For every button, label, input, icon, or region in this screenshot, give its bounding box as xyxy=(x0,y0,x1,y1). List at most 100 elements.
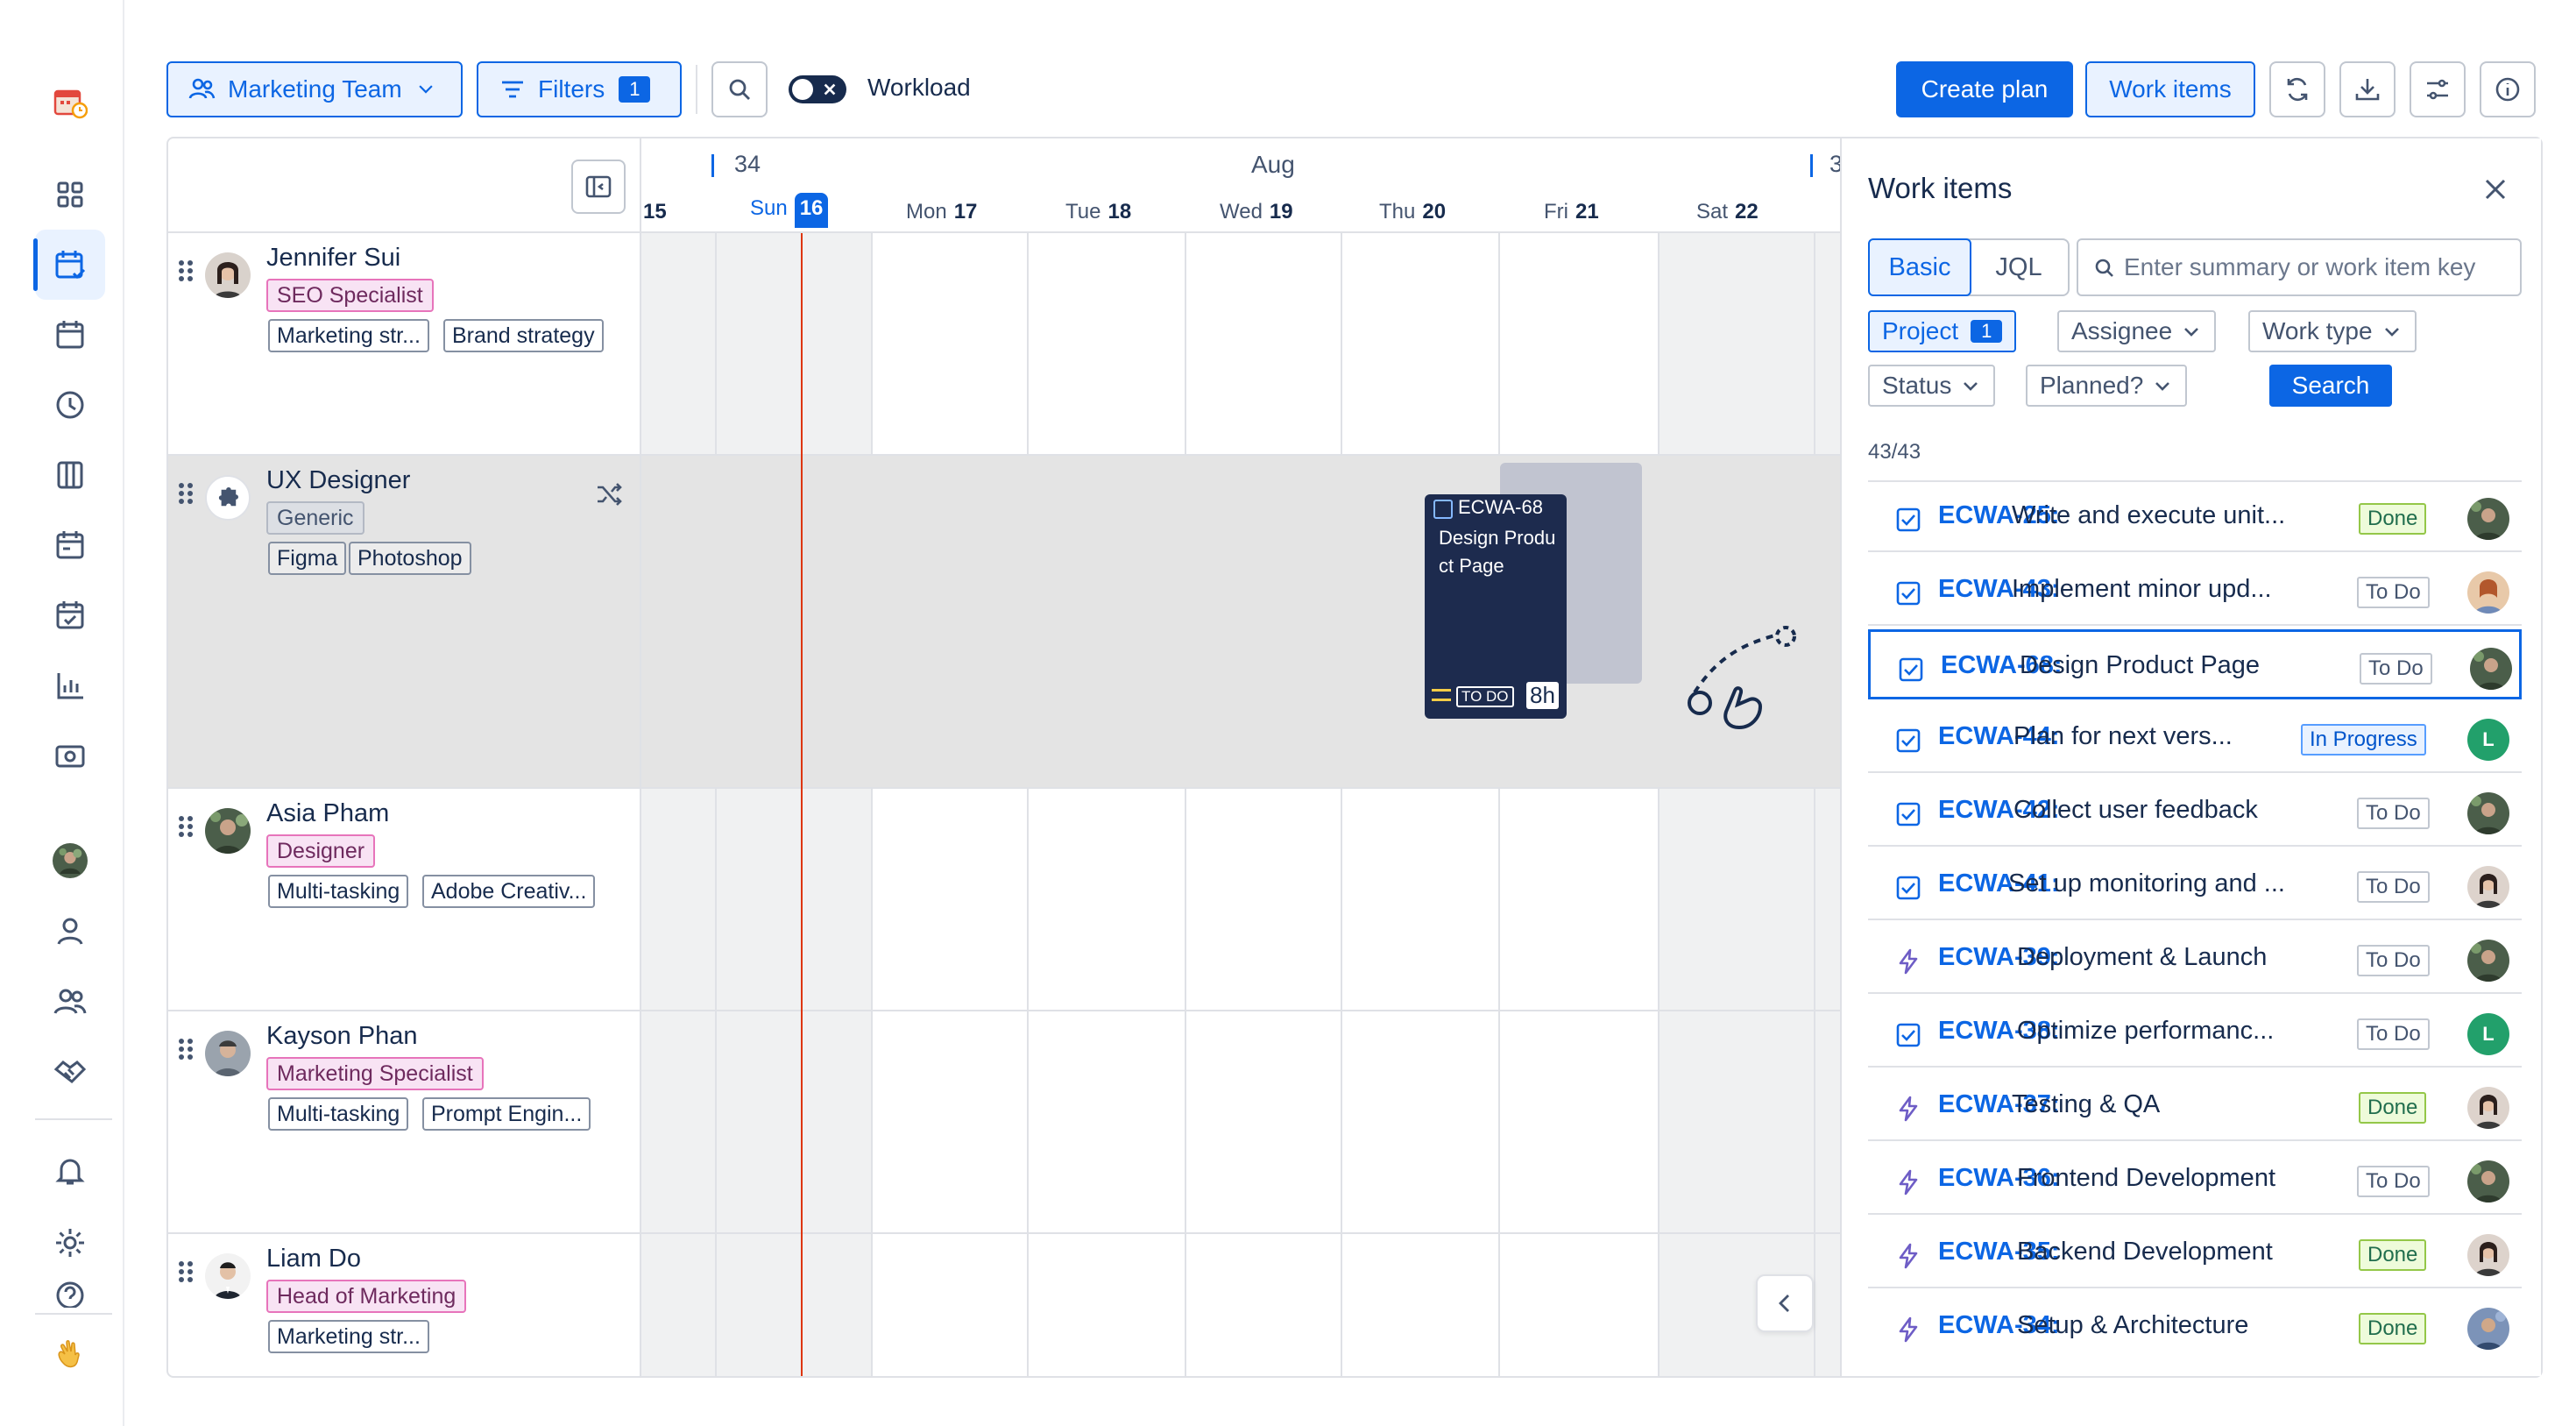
week-marker xyxy=(1810,154,1813,177)
filter-assignee[interactable]: Assignee xyxy=(2057,310,2217,352)
shuffle-icon[interactable] xyxy=(594,479,626,510)
work-item-summary: Plan for next vers... xyxy=(2013,722,2233,750)
avatar xyxy=(205,808,251,854)
team-icon[interactable] xyxy=(35,966,105,1036)
day-header-19[interactable]: Wed 19 xyxy=(1220,200,1293,224)
drag-handle-icon[interactable] xyxy=(175,1257,196,1287)
gear-icon[interactable] xyxy=(35,1208,105,1278)
tab-basic[interactable]: Basic xyxy=(1868,238,1971,296)
calendar-check-icon[interactable] xyxy=(35,580,105,650)
schedule-icon[interactable] xyxy=(35,510,105,580)
help-icon[interactable] xyxy=(35,1276,105,1308)
skill-tag: Adobe Creativ... xyxy=(422,875,596,908)
drag-handle-icon[interactable] xyxy=(175,1034,196,1064)
work-item-row[interactable]: ECWA-36: To Do Frontend Development xyxy=(1868,1145,2522,1215)
collapse-panel-button[interactable] xyxy=(1756,1274,1814,1332)
resource-info: Liam Do Head of Marketing Marketing str.… xyxy=(168,1234,641,1376)
apps-grid-icon[interactable] xyxy=(35,160,105,230)
resource-info: Jennifer Sui SEO Specialist Marketing st… xyxy=(168,233,641,454)
work-item-row[interactable]: ECWA-25: Done Write and execute unit... xyxy=(1868,482,2522,552)
calendar-icon[interactable] xyxy=(35,300,105,370)
user-avatar[interactable] xyxy=(35,826,105,896)
work-item-row[interactable]: ECWA-39: To Do Deployment & Launch xyxy=(1868,924,2522,994)
tab-jql[interactable]: JQL xyxy=(1970,240,2068,294)
work-item-summary: Write and execute unit... xyxy=(2012,501,2286,529)
work-item-row[interactable]: ECWA-42: To Do Collect user feedback xyxy=(1868,777,2522,847)
team-selector[interactable]: Marketing Team xyxy=(166,61,463,117)
search-icon xyxy=(2095,259,2113,277)
work-item-row[interactable]: ECWA-34: Done Setup & Architecture xyxy=(1868,1292,2522,1359)
skill-tag: Brand strategy xyxy=(443,319,604,352)
day-header-20[interactable]: Thu 20 xyxy=(1379,200,1446,224)
filter-status-label: Status xyxy=(1882,372,1952,399)
filter-status[interactable]: Status xyxy=(1868,365,1996,407)
work-item-row[interactable]: ECWA-38: To Do Optimize performanc... L xyxy=(1868,997,2522,1068)
status-badge: Done xyxy=(2359,1239,2427,1271)
priority-medium-icon xyxy=(1432,689,1451,701)
download-button[interactable] xyxy=(2339,61,2396,117)
scheduled-task-card[interactable]: ECWA-68 Design Product Page TO DO 8h xyxy=(1425,494,1567,719)
work-item-row[interactable]: ECWA-35: Done Backend Development xyxy=(1868,1218,2522,1288)
work-items-button[interactable]: Work items xyxy=(2085,61,2255,117)
wave-hand-icon[interactable] xyxy=(35,1323,105,1385)
search-submit-button[interactable]: Search xyxy=(2269,365,2392,407)
day-header-today[interactable]: Sun 16 xyxy=(750,193,829,228)
board-icon[interactable] xyxy=(35,440,105,510)
app-logo-icon[interactable] xyxy=(35,67,105,137)
filters-count-badge: 1 xyxy=(619,76,651,103)
settings-sliders-button[interactable] xyxy=(2410,61,2466,117)
avatar xyxy=(205,1253,251,1299)
day-header-22[interactable]: Sat 22 xyxy=(1696,200,1759,224)
work-item-row[interactable]: ECWA-37: Done Testing & QA xyxy=(1868,1071,2522,1141)
collapse-sidebar-button[interactable] xyxy=(571,160,626,214)
work-item-summary: Set up monitoring and ... xyxy=(2008,869,2285,897)
avatar xyxy=(205,252,251,298)
day-header-18[interactable]: Tue 18 xyxy=(1065,200,1131,224)
close-icon[interactable] xyxy=(2478,172,2513,207)
task-checkbox-icon xyxy=(1897,656,1925,684)
skill-tag: Multi-tasking xyxy=(268,1097,409,1131)
work-item-row[interactable]: ECWA-68: To Do Design Product Page xyxy=(1868,629,2522,699)
search-button[interactable] xyxy=(711,61,768,117)
role-tag: Marketing Specialist xyxy=(266,1057,484,1090)
work-item-summary: Design Product Page xyxy=(2020,651,2261,679)
drag-handle-icon[interactable] xyxy=(175,256,196,286)
card-key: ECWA-68 xyxy=(1458,496,1543,518)
filters-button[interactable]: Filters 1 xyxy=(477,61,682,117)
drag-handle-icon[interactable] xyxy=(175,479,196,508)
assignee-avatar: L xyxy=(2467,719,2509,761)
refresh-button[interactable] xyxy=(2269,61,2325,117)
filter-work-type[interactable]: Work type xyxy=(2248,310,2417,352)
budget-icon[interactable] xyxy=(35,720,105,791)
filter-planned[interactable]: Planned? xyxy=(2026,365,2188,407)
create-plan-button[interactable]: Create plan xyxy=(1896,61,2073,117)
task-checkbox-icon xyxy=(1894,1021,1922,1049)
work-item-summary: Setup & Architecture xyxy=(2017,1311,2249,1339)
assignee-avatar xyxy=(2470,648,2512,690)
day-header-15[interactable]: 15 xyxy=(643,200,667,224)
reports-chart-icon[interactable] xyxy=(35,650,105,720)
work-item-row[interactable]: ECWA-44: In Progress Plan for next vers...… xyxy=(1868,703,2522,773)
work-item-search-input[interactable]: Enter summary or work item key xyxy=(2077,238,2522,296)
workload-toggle[interactable] xyxy=(789,75,846,103)
work-item-summary: Collect user feedback xyxy=(2013,796,2258,824)
work-item-row[interactable]: ECWA-43: To Do Implement minor upd... xyxy=(1868,556,2522,626)
avatar-initial: L xyxy=(2467,719,2509,761)
resource-info: Asia Pham Designer Multi-tasking Adobe C… xyxy=(168,789,641,1010)
chevron-left-icon xyxy=(1779,1295,1789,1312)
info-button[interactable] xyxy=(2480,61,2536,117)
chevron-down-icon xyxy=(2384,328,2399,337)
drag-handle-icon[interactable] xyxy=(175,812,196,841)
resource-planner-icon[interactable] xyxy=(33,230,105,300)
resource-info: UX Designer Generic Figma Photoshop xyxy=(168,456,641,787)
day-header-21[interactable]: Fri 21 xyxy=(1544,200,1599,224)
work-item-row[interactable]: ECWA-41: To Do Set up monitoring and ... xyxy=(1868,850,2522,920)
today-line xyxy=(801,233,803,1376)
bell-icon[interactable] xyxy=(35,1136,105,1206)
person-icon[interactable] xyxy=(35,896,105,966)
handshake-icon[interactable] xyxy=(35,1036,105,1106)
refresh-icon xyxy=(2287,77,2308,102)
day-header-17[interactable]: Mon 17 xyxy=(906,200,977,224)
filter-project[interactable]: Project 1 xyxy=(1868,310,2017,352)
clock-icon[interactable] xyxy=(35,370,105,440)
